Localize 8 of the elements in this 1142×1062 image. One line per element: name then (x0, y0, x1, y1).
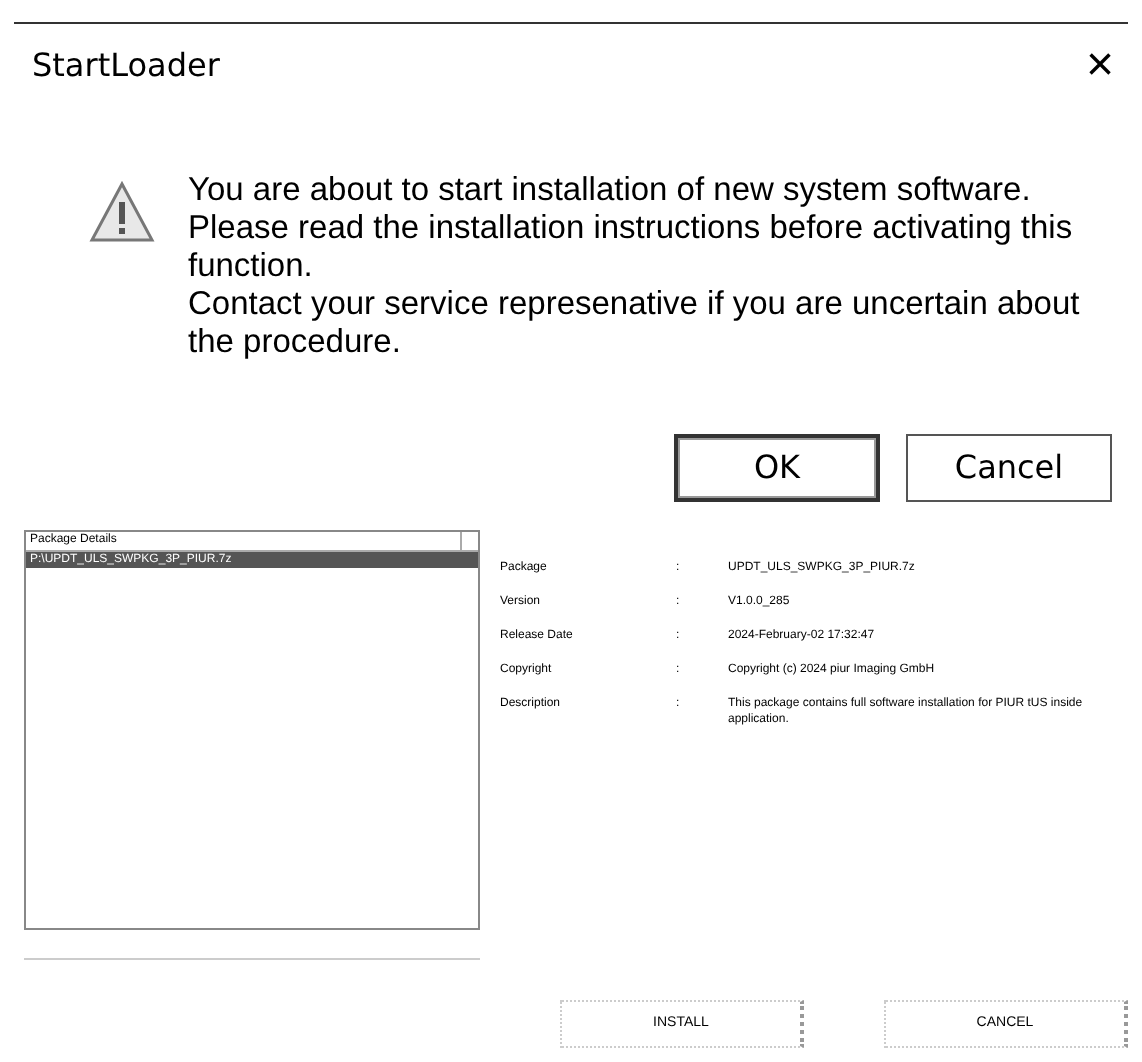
message-text: You are about to start installation of new system software. (188, 172, 1033, 210)
close-button[interactable]: × (1077, 42, 1122, 90)
dialog-button[interactable]: OK (674, 434, 880, 502)
window-title: StartLoader (32, 44, 220, 88)
warning-icon (88, 180, 156, 244)
message-text: Contact your service represenative if you are uncertain about the procedure. (188, 286, 1082, 362)
dialog-button[interactable]: Cancel (906, 434, 1112, 502)
message-text: Please read the installation instructions before activating this function. (188, 210, 1075, 286)
